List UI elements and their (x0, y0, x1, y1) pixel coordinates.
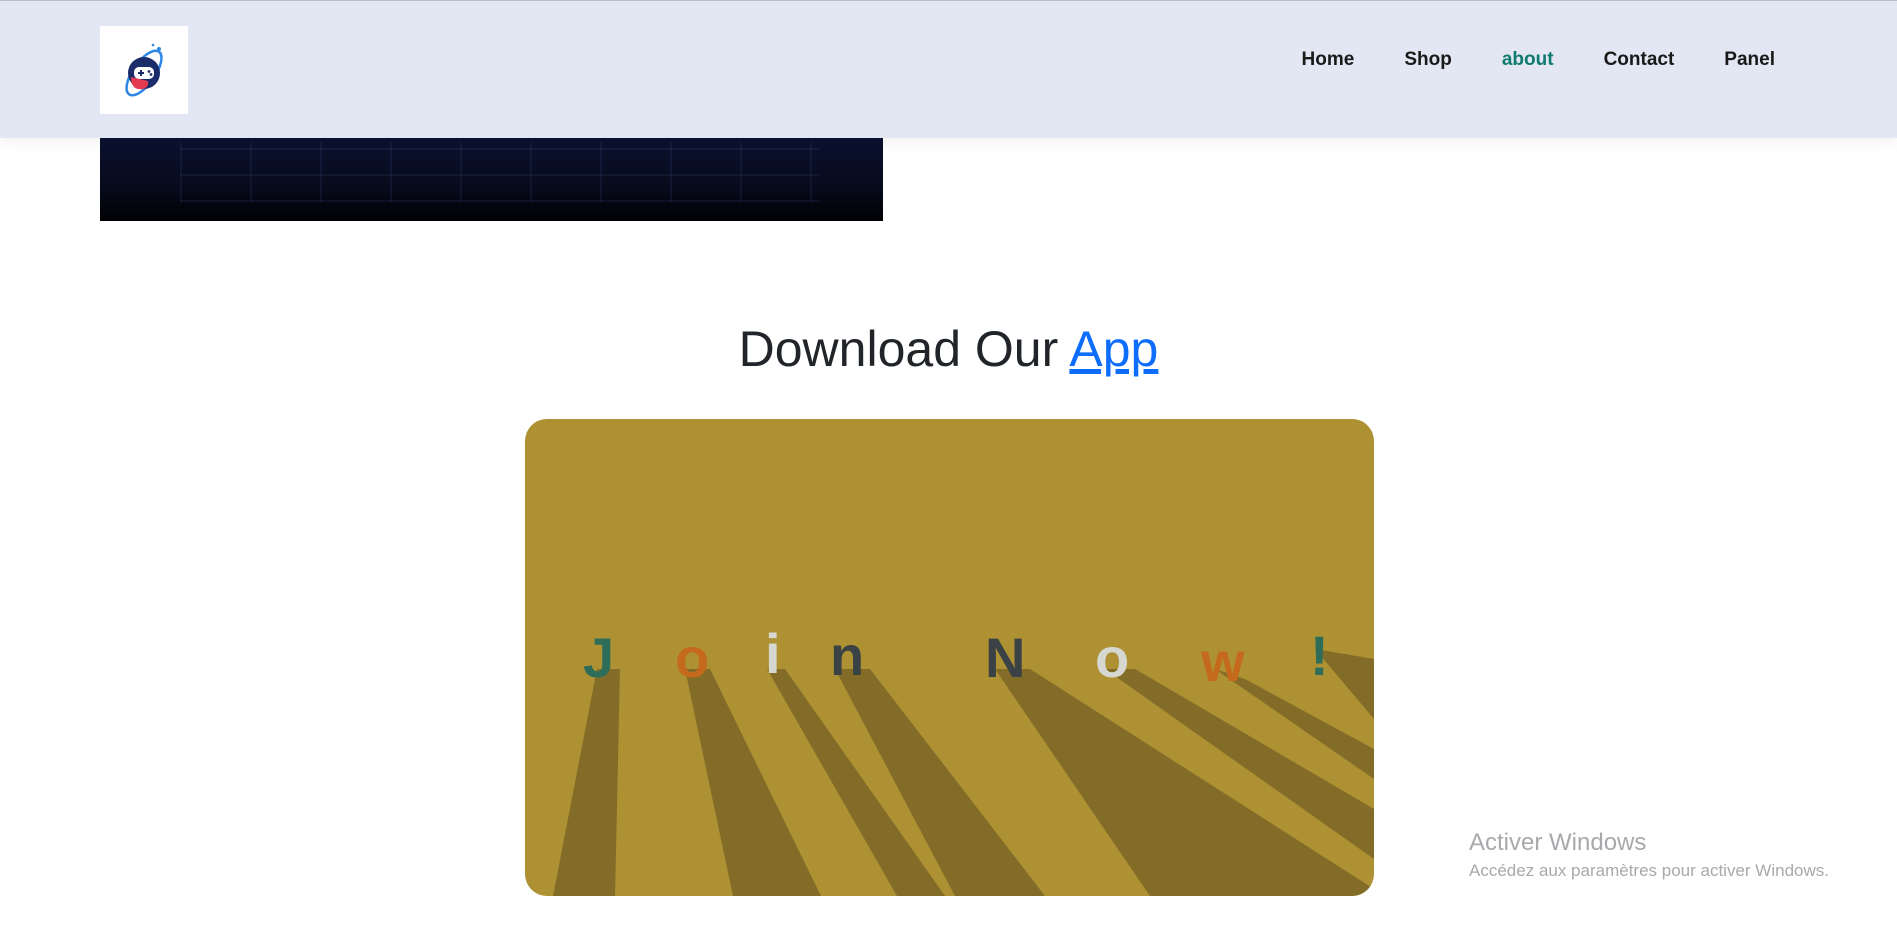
nav-link-about[interactable]: about (1502, 49, 1554, 71)
nav-link-panel[interactable]: Panel (1724, 49, 1775, 71)
gamepad-planet-logo-icon (125, 43, 163, 97)
letter-n-upper: N (985, 626, 1025, 689)
letter-n: n (830, 624, 864, 687)
download-title-text: Download Our (738, 321, 1059, 377)
app-link[interactable]: App (1069, 321, 1158, 377)
nav-link-home[interactable]: Home (1302, 49, 1355, 71)
join-now-video[interactable]: J o i n N o w ! (525, 419, 1374, 896)
hero-image (100, 138, 883, 221)
nav-link-contact[interactable]: Contact (1604, 49, 1675, 71)
letter-i: i (765, 622, 781, 685)
letter-w: w (1200, 630, 1245, 693)
letter-j: J (583, 626, 614, 689)
letter-o2: o (1095, 626, 1129, 689)
download-app-heading: Download Our App (0, 320, 1897, 378)
windows-activation-watermark: Activer Windows Accédez aux paramètres p… (1469, 828, 1829, 884)
join-now-letters: J o i n N o w ! (583, 622, 1329, 693)
letter-o1: o (675, 626, 709, 689)
watermark-subtitle: Accédez aux paramètres pour activer Wind… (1469, 861, 1829, 880)
brick-wall-texture (180, 142, 820, 202)
letter-exclamation: ! (1310, 624, 1329, 687)
main-nav: Home Shop about Contact Panel (1252, 49, 1775, 71)
site-logo[interactable] (100, 26, 188, 114)
watermark-title: Activer Windows (1469, 829, 1647, 856)
join-now-animation: J o i n N o w ! (553, 622, 1374, 896)
navbar: Home Shop about Contact Panel (0, 0, 1897, 138)
nav-link-shop[interactable]: Shop (1404, 49, 1452, 71)
